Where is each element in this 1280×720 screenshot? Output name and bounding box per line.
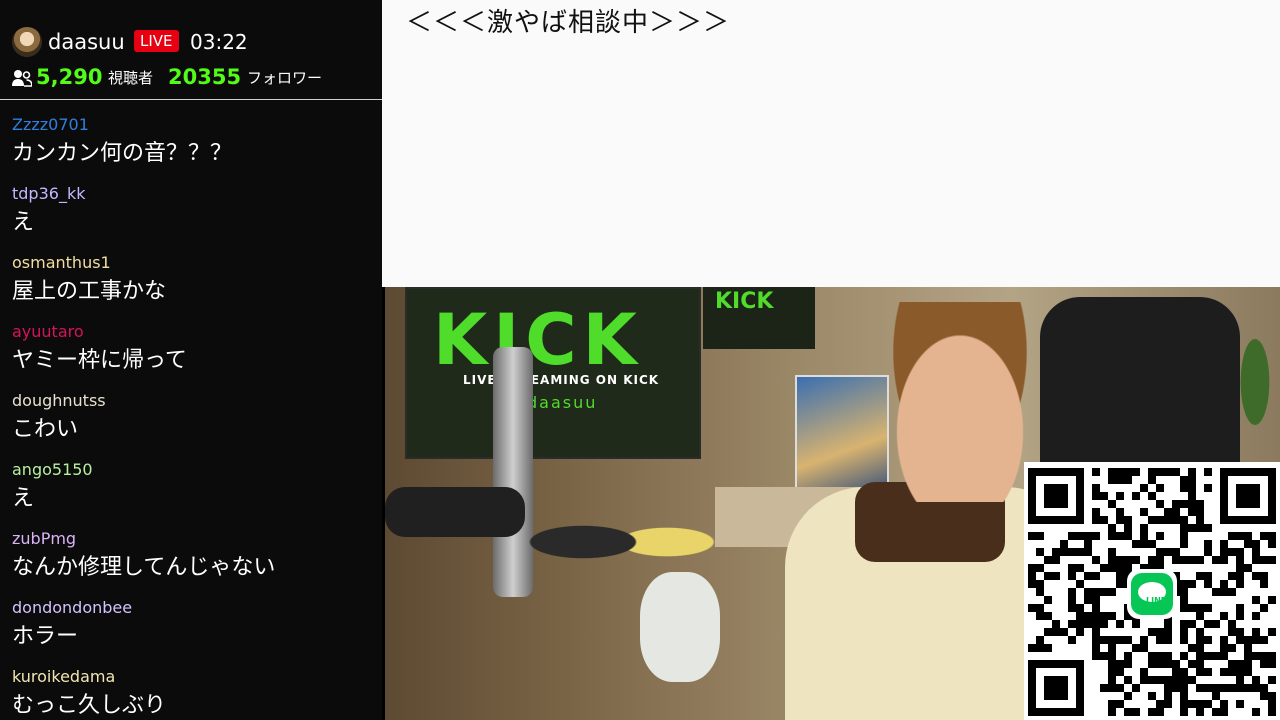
chat-username[interactable]: osmanthus1	[12, 252, 111, 274]
chat-username[interactable]: Zzzz0701	[12, 114, 89, 136]
notice-text: ＜＜＜激やば相談中＞＞＞	[406, 8, 731, 38]
follower-label: フォロワー	[247, 69, 323, 87]
chat-message: dondondonbee ホラー	[0, 595, 382, 664]
line-qr-code[interactable]: LINE	[1024, 462, 1280, 720]
chat-text: ヤミー枠に帰って	[12, 348, 187, 373]
chat-username[interactable]: tdp36_kk	[12, 183, 85, 205]
notice-text-area[interactable]: ＜＜＜激やば相談中＞＞＞	[382, 0, 1280, 287]
chat-username[interactable]: dondondonbee	[12, 597, 132, 619]
line-app-icon: LINE	[1127, 569, 1177, 619]
chat-text: なんか修理してんじゃない	[12, 555, 276, 580]
follower-count: 20355	[168, 65, 242, 89]
viewers-icon	[12, 70, 32, 87]
line-icon-inner: LINE	[1131, 573, 1173, 615]
streamer-avatar[interactable]	[12, 27, 42, 57]
chat-text: 屋上の工事かな	[12, 279, 167, 304]
line-bubble: LINE	[1138, 582, 1167, 605]
chat-sidebar: daasuu LIVE 03:22 5,290 視聴者 20355 フォロワー …	[0, 0, 382, 720]
viewer-label: 視聴者	[108, 69, 154, 87]
chat-message: doughnutss こわい	[0, 388, 382, 457]
chat-text: カンカン何の音？？？	[12, 141, 233, 166]
chat-message: Zzzz0701 カンカン何の音？？？	[0, 112, 382, 181]
viewer-count: 5,290	[36, 65, 103, 89]
kick-poster: KICK LIVE STREAMING ON KICK daasuu	[405, 287, 701, 459]
chat-message: tdp36_kk え	[0, 181, 382, 250]
chat-text: むっこ久しぶり	[12, 693, 167, 718]
streamer-name[interactable]: daasuu	[48, 27, 125, 57]
chat-message: zubPmg なんか修理してんじゃない	[0, 526, 382, 595]
chat-text: こわい	[12, 417, 79, 442]
chat-message: osmanthus1 屋上の工事かな	[0, 250, 382, 319]
chat-username[interactable]: zubPmg	[12, 528, 76, 550]
poster-streamer: daasuu	[527, 393, 598, 412]
chat-username[interactable]: ango5150	[12, 459, 93, 481]
chat-username[interactable]: ayuutaro	[12, 321, 84, 343]
chat-message: kuroikedama むっこ久しぶり	[0, 664, 382, 720]
poster-title: KICK	[433, 299, 643, 381]
plush-toy	[640, 572, 720, 682]
poster-small-title: KICK	[715, 289, 774, 314]
streamer-head	[875, 302, 1045, 502]
chat-username[interactable]: kuroikedama	[12, 666, 115, 688]
chat-text: ホラー	[12, 624, 79, 649]
live-badge: LIVE	[134, 30, 179, 52]
chat-text: え	[12, 486, 35, 511]
microphone	[385, 487, 525, 537]
chat-message: ayuutaro ヤミー枠に帰って	[0, 319, 382, 388]
chat-username[interactable]: doughnutss	[12, 390, 106, 412]
stream-elapsed-time: 03:22	[190, 30, 248, 54]
chat-list: Zzzz0701 カンカン何の音？？？ tdp36_kk え osmanthus…	[0, 112, 382, 720]
line-label: LINE	[1146, 596, 1167, 605]
chat-text: え	[12, 210, 35, 235]
stream-header: daasuu LIVE 03:22 5,290 視聴者 20355 フォロワー	[0, 0, 382, 100]
chat-message: ango5150 え	[0, 457, 382, 526]
kick-poster-small: KICK	[703, 287, 815, 349]
